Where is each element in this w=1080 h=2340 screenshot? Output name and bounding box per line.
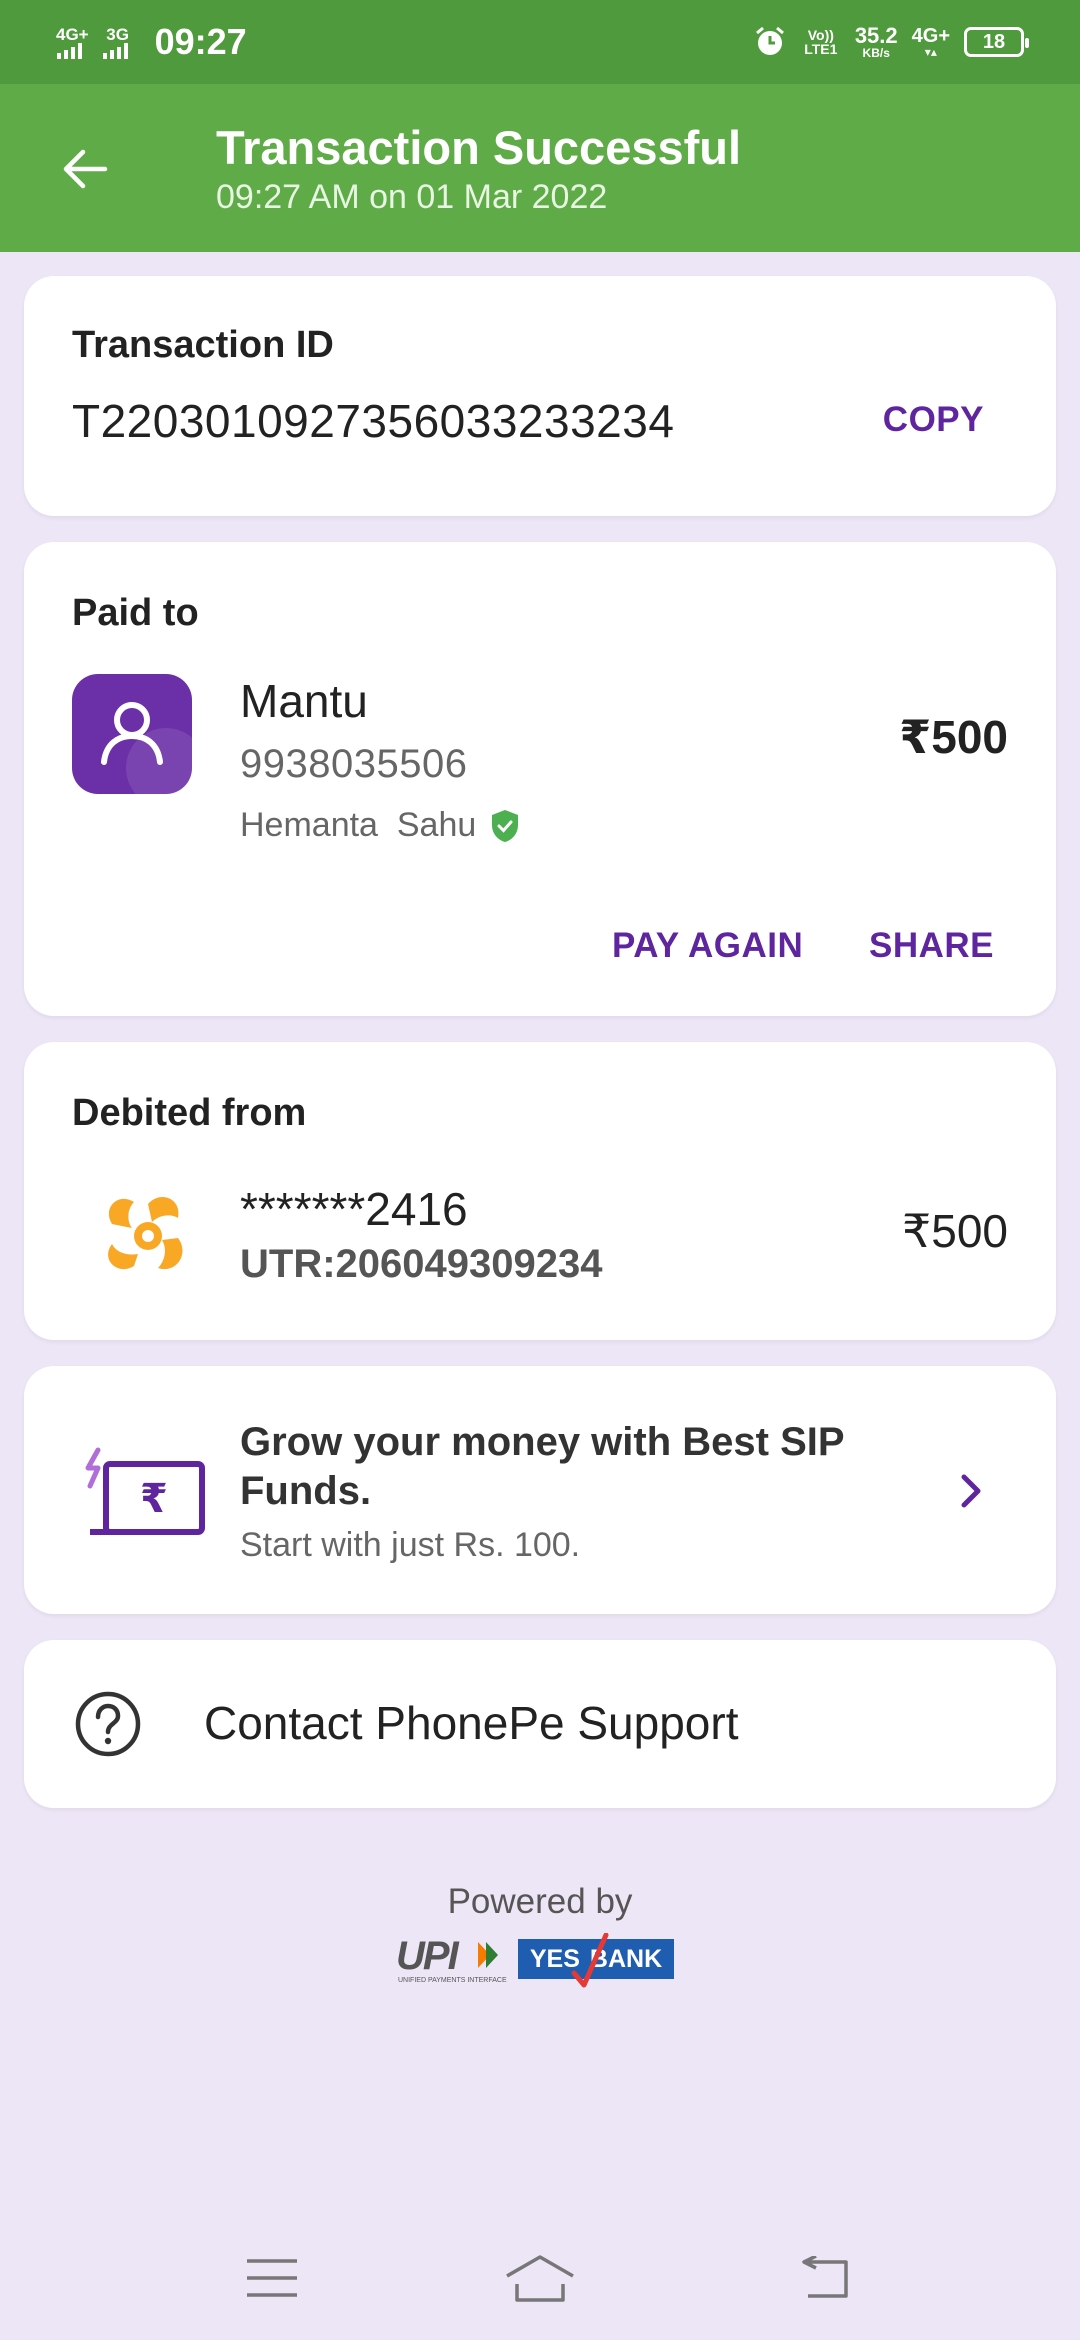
network-type-1: 4G+ (56, 24, 89, 44)
contact-support-label: Contact PhonePe Support (204, 1697, 739, 1749)
battery-icon: 18 (964, 27, 1029, 57)
upi-tagline: UNIFIED PAYMENTS INTERFACE (398, 1977, 507, 1984)
menu-icon (247, 2259, 297, 2297)
help-circle-icon (75, 1691, 141, 1757)
payee-name: Mantu (240, 675, 368, 727)
page-title: Transaction Successful (216, 121, 742, 174)
chevron-right-icon (946, 1466, 996, 1516)
status-left: 4G+ 3G 09:27 (56, 21, 247, 63)
account-number: *******2416 (240, 1183, 468, 1235)
speed-value: 35.2 (854, 23, 898, 48)
paid-to-label: Paid to (72, 592, 199, 634)
network-type-3: 4G+ (911, 25, 950, 47)
signal-icon-2: 3G (102, 24, 133, 59)
payee-full-name: Hemanta Sahu (240, 806, 520, 845)
svg-text:₹: ₹ (140, 1476, 168, 1522)
paid-to-card: Paid to Mantu 9938035506 Hemanta Sahu ₹5… (24, 542, 1056, 1016)
sip-promo-title: Grow your money with Best SIP Funds. (240, 1420, 844, 1513)
paid-amount: ₹500 (899, 711, 1008, 763)
copy-button[interactable]: COPY (883, 400, 984, 440)
status-right: Vo)) LTE1 35.2 KB/s 4G+ ▾▴ 18 (753, 23, 1029, 60)
verified-shield-icon (492, 809, 519, 842)
icici-bank-logo (108, 1196, 183, 1270)
alarm-icon (755, 26, 784, 55)
share-button[interactable]: SHARE (869, 926, 994, 966)
arrow-left-icon (63, 149, 108, 189)
yes-bank-logo: YES BANK (518, 1933, 674, 1988)
network-speed: 35.2 KB/s (854, 23, 898, 60)
debited-amount: ₹500 (901, 1205, 1008, 1257)
volte-indicator: Vo)) LTE1 (804, 27, 838, 57)
menu-button[interactable] (232, 2248, 312, 2308)
back-nav-icon (802, 2256, 848, 2298)
transaction-timestamp: 09:27 AM on 01 Mar 2022 (216, 178, 608, 216)
transaction-id-label: Transaction ID (72, 324, 334, 366)
pay-again-button[interactable]: PAY AGAIN (612, 926, 803, 966)
sip-promo-card[interactable]: ₹ Grow your money with Best SIP Funds. S… (24, 1366, 1056, 1614)
rupee-card-icon: ₹ (85, 1447, 205, 1535)
upi-logo-text: UPI (396, 1934, 459, 1978)
status-bar: 4G+ 3G 09:27 Vo)) LTE1 35.2 KB/s 4G+ ▾▴ … (0, 0, 1080, 84)
back-nav-button[interactable] (784, 2248, 864, 2308)
contact-support-card[interactable]: Contact PhonePe Support (24, 1640, 1056, 1808)
upi-logo: UPI UNIFIED PAYMENTS INTERFACE (396, 1934, 507, 1984)
battery-level: 18 (982, 30, 1006, 53)
clock: 09:27 (154, 21, 247, 62)
sip-promo-subtitle: Start with just Rs. 100. (240, 1526, 581, 1564)
partner-logos: UPI UNIFIED PAYMENTS INTERFACE YES BANK (396, 1933, 674, 1988)
utr-number: UTR:206049309234 (240, 1242, 603, 1286)
system-nav-bar (0, 2220, 1080, 2340)
transaction-id-value: T2203010927356033233234 (72, 395, 675, 447)
home-icon (506, 2255, 574, 2302)
home-button[interactable] (500, 2248, 580, 2308)
network-type-2: 3G (106, 24, 129, 44)
data-indicator: 4G+ ▾▴ (911, 25, 950, 59)
transaction-id-card: Transaction ID T2203010927356033233234 C… (24, 276, 1056, 516)
back-button[interactable] (50, 134, 120, 204)
app-bar: Transaction Successful 09:27 AM on 01 Ma… (0, 84, 1080, 252)
speed-unit: KB/s (862, 46, 890, 60)
powered-by-text: Powered by (447, 1882, 633, 1921)
person-icon (72, 674, 192, 794)
payee-phone: 9938035506 (240, 742, 468, 786)
debited-from-label: Debited from (72, 1092, 307, 1134)
payee-full-name-text: Hemanta Sahu (240, 806, 477, 844)
debited-from-card: Debited from *******2416 UTR:20604930923… (24, 1042, 1056, 1340)
signal-icon-1: 4G+ (56, 26, 89, 59)
